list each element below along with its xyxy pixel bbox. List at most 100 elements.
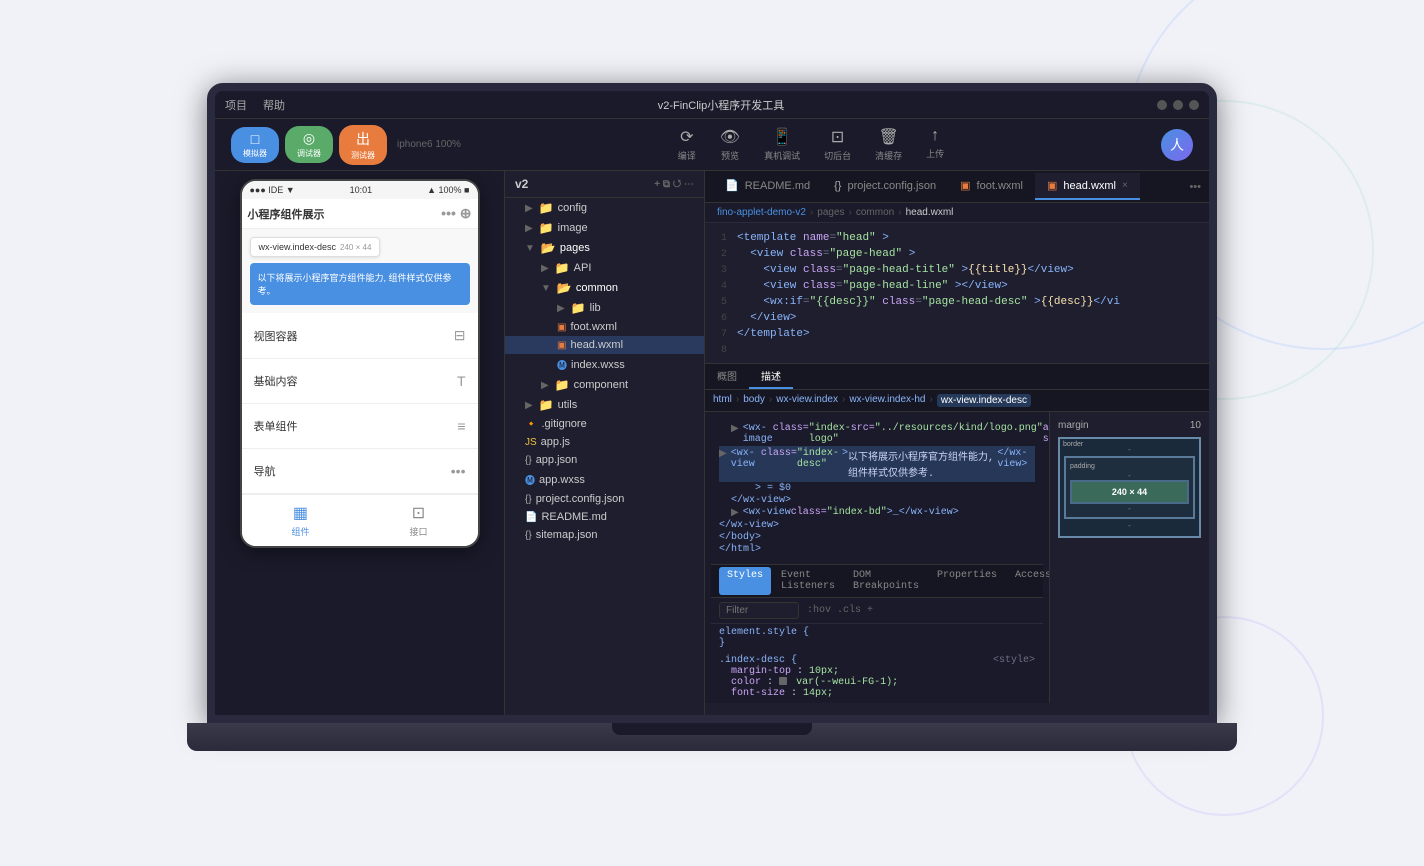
rule-header: .index-desc { <style>	[719, 655, 1035, 666]
tab-dom-breakpoints[interactable]: DOM Breakpoints	[845, 567, 927, 595]
folder-api[interactable]: ▶ 📁 API	[505, 258, 704, 278]
code-line-7: 7 </template>	[705, 327, 1209, 343]
file-foot-wxml[interactable]: ▣ foot.wxml	[505, 318, 704, 336]
menu-help[interactable]: 帮助	[263, 97, 285, 113]
folder-config[interactable]: ▶ 📁 config	[505, 198, 704, 218]
toolbar-left: □ 模拟器 ◎ 调试器 出 测试器 iphone6 100%	[231, 125, 461, 165]
nav-component[interactable]: ▦ 组件	[291, 503, 309, 538]
elem-wx-view-index[interactable]: wx-view.index	[776, 394, 838, 407]
html-line-3: </wx-view>	[719, 495, 1035, 506]
simulator-btn[interactable]: □ 模拟器	[231, 127, 279, 163]
file-sitemap[interactable]: {} sitemap.json	[505, 526, 704, 544]
prop-margin-label: margin-top	[731, 666, 791, 677]
line-num-8: 8	[705, 344, 737, 356]
folder-image[interactable]: ▶ 📁 image	[505, 218, 704, 238]
elem-wx-view-desc[interactable]: wx-view.index-desc	[937, 394, 1031, 407]
style-source[interactable]: <style>	[993, 655, 1035, 666]
project-config-icon: {}	[525, 494, 532, 505]
appwxss-label: app.wxss	[539, 474, 585, 486]
selector-element: element.style {	[719, 627, 809, 638]
device-debug-icon: 📱	[772, 127, 792, 147]
arrow-4[interactable]: ▶	[731, 507, 739, 519]
chevron-pages: ▼	[525, 243, 535, 254]
list-item-basic-content[interactable]: 基础内容 T	[242, 359, 478, 404]
devtools-tab-debug[interactable]: 描述	[749, 364, 793, 389]
elem-body[interactable]: body	[743, 394, 765, 407]
list-item-nav[interactable]: 导航 •••	[242, 449, 478, 494]
tab-properties[interactable]: Properties	[929, 567, 1005, 595]
file-head-icon: ▣	[557, 340, 566, 351]
tester-icon: 出	[356, 129, 370, 149]
breadcrumb-part-1[interactable]: fino-applet-demo-v2	[717, 207, 806, 218]
arrow-2[interactable]: ▶	[719, 448, 727, 460]
html-line-2: ▶ <wx-view class="index-desc" > 以下将展示小程序…	[719, 446, 1035, 482]
styles-filter-input[interactable]	[719, 602, 799, 619]
folder-component-icon: 📁	[555, 378, 570, 392]
code-line-3: 3 <view class="page-head-title" >{{title…	[705, 263, 1209, 279]
file-project-config[interactable]: {} project.config.json	[505, 490, 704, 508]
debugger-btn[interactable]: ◎ 调试器	[285, 126, 333, 163]
compile-action[interactable]: ⟳ 编译	[678, 127, 696, 162]
tab-head-close[interactable]: ×	[1122, 180, 1128, 191]
upload-label: 上传	[926, 147, 944, 160]
tab-styles[interactable]: Styles	[719, 567, 771, 595]
folder-lib-icon: 📁	[571, 301, 586, 315]
file-appjson[interactable]: {} app.json	[505, 451, 704, 469]
prop-color: color : var(--weui-FG-1);	[731, 677, 1035, 688]
clear-cache-icon: 🗑	[878, 127, 898, 147]
breadcrumb-part-3[interactable]: common	[856, 207, 894, 218]
folder-pages[interactable]: ▼ 📂 pages	[505, 238, 704, 258]
menu-project[interactable]: 项目	[225, 97, 247, 113]
background-action[interactable]: ⊡ 切后台	[824, 127, 851, 162]
pseudo-toggle[interactable]: :hov .cls +	[807, 605, 873, 616]
elem-html[interactable]: html	[713, 394, 732, 407]
folder-utils[interactable]: ▶ 📁 utils	[505, 395, 704, 415]
folder-image-icon: 📁	[539, 221, 554, 235]
selected-element: 以下将展示小程序官方组件能力, 组件样式仅供参考。	[250, 263, 470, 305]
phone-content: wx-view.index-desc 240 × 44 以下将展示小程序官方组件…	[242, 229, 478, 313]
tab-accessibility[interactable]: Accessibility	[1007, 567, 1049, 595]
file-appwxss[interactable]: 🅜 app.wxss	[505, 469, 704, 490]
rule-element-close: }	[719, 638, 1035, 649]
device-debug-action[interactable]: 📱 真机调试	[764, 127, 800, 162]
elem-wx-view-hd[interactable]: wx-view.index-hd	[849, 394, 925, 407]
file-appjs[interactable]: JS app.js	[505, 433, 704, 451]
folder-common[interactable]: ▼ 📂 common	[505, 278, 704, 298]
user-avatar[interactable]: 人	[1161, 129, 1193, 161]
list-label-4: 导航	[254, 463, 276, 479]
preview-action[interactable]: 👁 预览	[720, 127, 740, 162]
folder-lib[interactable]: ▶ 📁 lib	[505, 298, 704, 318]
upload-action[interactable]: ↑ 上传	[926, 127, 944, 162]
arrow-1[interactable]: ▶	[731, 423, 739, 435]
win-close[interactable]	[1189, 100, 1199, 110]
file-index-wxss[interactable]: 🅜 index.wxss	[505, 354, 704, 375]
folder-config-icon: 📁	[539, 201, 554, 215]
tab-more-icon[interactable]: •••	[1189, 181, 1201, 193]
list-icon-2: T	[457, 373, 466, 389]
tester-btn[interactable]: 出 测试器	[339, 125, 387, 165]
close-body: </body>	[719, 532, 761, 543]
file-gitignore[interactable]: 🔸 .gitignore	[505, 415, 704, 433]
devtools-tab-overview[interactable]: 概图	[705, 364, 749, 389]
tab-project-config[interactable]: {} project.config.json	[822, 174, 948, 200]
tab-readme[interactable]: 📄 README.md	[713, 173, 822, 200]
code-editor[interactable]: 1 <template name="head" > 2 <view	[705, 223, 1209, 363]
debugger-icon: ◎	[303, 130, 315, 147]
phone-menu-icon[interactable]: ••• ⊕	[441, 205, 471, 222]
breadcrumb-part-4[interactable]: head.wxml	[906, 207, 954, 218]
list-item-form[interactable]: 表单组件 ≡	[242, 404, 478, 449]
file-readme[interactable]: 📄 README.md	[505, 508, 704, 526]
tab-event-listeners[interactable]: Event Listeners	[773, 567, 843, 595]
clear-cache-action[interactable]: 🗑 清缓存	[875, 127, 902, 162]
folder-component[interactable]: ▶ 📁 component	[505, 375, 704, 395]
tab-foot-wxml[interactable]: ▣ foot.wxml	[948, 173, 1035, 200]
list-item-view-container[interactable]: 视图容器 ⊟	[242, 313, 478, 359]
nav-interface[interactable]: ⊡ 接口	[409, 503, 427, 538]
win-maximize[interactable]	[1173, 100, 1183, 110]
breadcrumb-part-2[interactable]: pages	[817, 207, 844, 218]
tab-head-wxml[interactable]: ▣ head.wxml ×	[1035, 173, 1140, 200]
upload-icon: ↑	[931, 127, 939, 145]
win-minimize[interactable]	[1157, 100, 1167, 110]
file-head-wxml[interactable]: ▣ head.wxml	[505, 336, 704, 354]
tree-actions[interactable]: + ⧉ ↺ ⋯	[654, 179, 694, 190]
